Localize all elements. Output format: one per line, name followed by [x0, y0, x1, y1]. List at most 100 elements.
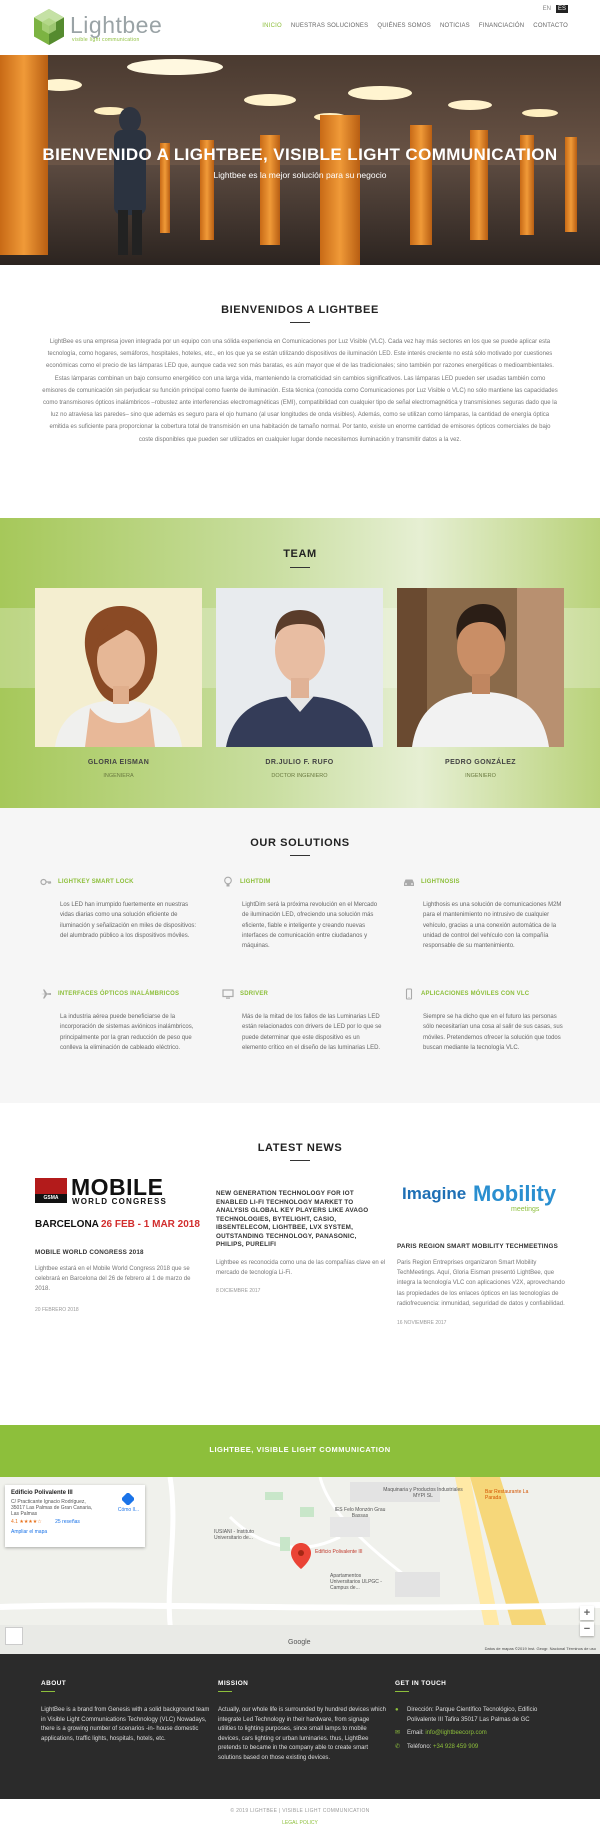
footer-phone: ✆ Teléfono: +34 928 459 909 [395, 1743, 565, 1753]
footer-about-text: LightBee is a brand from Genesis with a … [41, 1707, 210, 1742]
nav-financiacion[interactable]: FINANCIACIÓN [479, 23, 524, 29]
location-map[interactable]: Maquinaria y Productos Industriales MYPI… [0, 1477, 600, 1654]
mwc-dates: 26 FEB - 1 MAR 2018 [101, 1219, 200, 1230]
map-enlarge-link[interactable]: Ampliar el mapa [11, 1529, 139, 1535]
footer-email-link[interactable]: info@lightbeecorp.com [425, 1730, 486, 1736]
key-icon [40, 878, 52, 886]
solution-title[interactable]: LIGHTKEY SMART LOCK [58, 879, 134, 885]
news-item[interactable]: GSMA MOBILE WORLD CONGRESS BARCELONA 26 … [35, 1174, 205, 1313]
map-rating: 4.1 ★★★★☆ 25 reseñas [11, 1519, 139, 1525]
solutions-divider [290, 855, 310, 856]
news-item-date: 20 FEBRERO 2018 [35, 1306, 79, 1313]
logo-mobility: Mobility [473, 1181, 557, 1206]
news-item[interactable]: Imagine Mobility meetings PARIS REGION S… [397, 1178, 567, 1326]
solution-item[interactable]: LIGHTNOSIS Lighthosis es una solución de… [403, 876, 563, 951]
hero-title: BIENVENIDO A LIGHTBEE, VISIBLE LIGHT COM… [42, 145, 558, 164]
map-zoom-out-button[interactable]: − [580, 1622, 594, 1636]
team-photo-pedro [397, 588, 564, 747]
map-label: IUSIANI - Instituto Universitario de... [214, 1529, 255, 1541]
site-footer: ABOUT LightBee is a brand from Genesis w… [0, 1654, 600, 1799]
map-directions-label: Cómo ll... [117, 1507, 139, 1513]
phone-icon: ✆ [395, 1743, 401, 1750]
news-item-text: Paris Region Entreprises organizaron Sma… [397, 1259, 565, 1308]
map-zoom-in-button[interactable]: + [580, 1606, 594, 1620]
footer-mission: MISSION Actually, our whole life is surr… [218, 1680, 388, 1764]
team-member-name: PEDRO GONZÁLEZ [445, 759, 516, 766]
footer-phone-link[interactable]: +34 928 459 909 [433, 1744, 478, 1750]
solution-item[interactable]: LIGHTKEY SMART LOCK Los LED han irrumpid… [40, 876, 200, 941]
map-label: IES Felo Monzón Grau Bassas [334, 1507, 386, 1519]
lang-es[interactable]: ES [555, 5, 568, 13]
nav-contacto[interactable]: CONTACTO [533, 23, 568, 29]
solution-title[interactable]: APLICACIONES MÓVILES CON VLC [421, 991, 529, 997]
solution-item[interactable]: INTERFACES ÓPTICOS INALÁMBRICOS La indus… [40, 988, 200, 1053]
lightbulb-icon [224, 876, 232, 887]
footer-mission-title: MISSION [218, 1680, 249, 1687]
welcome-title: BIENVENIDOS A LIGHTBEE [221, 304, 379, 316]
logo[interactable]: Lightbee visible light communication [32, 8, 162, 48]
map-attribution: Datos de mapas ©2019 Inst. Geogr. Nacion… [484, 1646, 596, 1651]
logo-meetings: meetings [511, 1206, 540, 1213]
solution-text: LightDim será la próxima revolución en e… [242, 902, 378, 950]
news-item[interactable]: NEW GENERATION TECHNOLOGY FOR IOT ENABLE… [216, 1190, 386, 1294]
footer-divider [41, 1691, 55, 1692]
solution-text: Siempre se ha dicho que en el futuro las… [423, 1014, 563, 1051]
copyright-bar: © 2019 LIGHTBEE | VISIBLE LIGHT COMMUNIC… [0, 1799, 600, 1833]
footer-about: ABOUT LightBee is a brand from Genesis w… [41, 1680, 211, 1744]
solution-text: La industria aérea puede beneficiarse de… [60, 1014, 194, 1051]
solution-item[interactable]: SDRIVER Más de la mitad de los fallos de… [222, 988, 382, 1053]
map-label: Apartamentos Universitarios ULPGC - Camp… [330, 1573, 382, 1591]
news-item-text: Lightbee es reconocida como una de las c… [216, 1259, 386, 1276]
solution-item[interactable]: APLICACIONES MÓVILES CON VLC Siempre se … [403, 988, 563, 1053]
mwc-city: BARCELONA [35, 1219, 99, 1230]
team-member-role: INGENIERO [465, 773, 496, 779]
legal-policy-link[interactable]: LEGAL POLICY [0, 1820, 600, 1826]
footer-contact-title: GET IN TOUCH [395, 1680, 447, 1687]
team-member-role: DOCTOR INGENIERO [271, 773, 328, 779]
nav-quienes-somos[interactable]: QUIÉNES SOMOS [377, 23, 431, 29]
team-divider [290, 567, 310, 568]
gsma-label: GSMA [35, 1194, 67, 1203]
team-member: DR.JULIO F. RUFO DOCTOR INGENIERO [216, 588, 383, 779]
footer-address: ● Dirección: Parque Científico Tecnológi… [395, 1706, 565, 1725]
tagline-text: LIGHTBEE, VISIBLE LIGHT COMMUNICATION [209, 1445, 391, 1454]
news-title: LATEST NEWS [257, 1142, 343, 1154]
news-item-title[interactable]: MOBILE WORLD CONGRESS 2018 [35, 1249, 205, 1258]
welcome-divider [290, 322, 310, 323]
logo-hexagon-icon [34, 9, 64, 45]
mwc-sub: WORLD CONGRESS [72, 1197, 168, 1206]
map-pegman-button[interactable] [5, 1627, 23, 1645]
hero-subtitle: Lightbee es la mejor solución para su ne… [213, 170, 387, 180]
map-address: C/ Practicante Ignacio Rodríguez, 35017 … [11, 1499, 93, 1517]
news-divider [290, 1160, 310, 1161]
team-member: PEDRO GONZÁLEZ INGENIERO [397, 588, 564, 779]
news-item-text: Lightbee estará en el Mobile World Congr… [35, 1265, 191, 1293]
nav-inicio[interactable]: INICIO [262, 23, 282, 29]
site-header: Lightbee visible light communication EN … [0, 0, 600, 55]
imagine-mobility-logo: Imagine Mobility meetings [397, 1178, 567, 1228]
solution-title[interactable]: INTERFACES ÓPTICOS INALÁMBRICOS [58, 991, 179, 997]
map-directions[interactable]: Cómo ll... [117, 1491, 139, 1513]
nav-soluciones[interactable]: NUESTRAS SOLUCIONES [291, 23, 368, 29]
footer-contact-list: ● Dirección: Parque Científico Tecnológi… [395, 1706, 565, 1752]
solution-text: Los LED han irrumpido fuertemente en nue… [60, 902, 197, 939]
news-item-date: 8 DICIEMBRE 2017 [216, 1288, 261, 1295]
map-google-logo: Google [288, 1639, 311, 1646]
footer-email: ✉ Email: info@lightbeecorp.com [395, 1729, 565, 1739]
nav-noticias[interactable]: NOTICIAS [440, 23, 470, 29]
language-switcher: EN ES [541, 5, 568, 13]
copyright-text: © 2019 LIGHTBEE | VISIBLE LIGHT COMMUNIC… [230, 1808, 370, 1814]
news-item-title[interactable]: PARIS REGION SMART MOBILITY TECHMEETINGS [397, 1243, 567, 1252]
tagline-banner: LIGHTBEE, VISIBLE LIGHT COMMUNICATION [0, 1425, 600, 1477]
map-label: Maquinaria y Productos Industriales MYPI… [383, 1487, 463, 1499]
lang-en[interactable]: EN [541, 5, 553, 13]
car-icon [404, 879, 414, 886]
news-item-title[interactable]: NEW GENERATION TECHNOLOGY FOR IOT ENABLE… [216, 1190, 386, 1250]
footer-address-label: Dirección: [407, 1707, 434, 1713]
main-nav: INICIO NUESTRAS SOLUCIONES QUIÉNES SOMOS… [262, 23, 568, 29]
solution-title[interactable]: SDRIVER [240, 991, 268, 997]
solution-title[interactable]: LIGHTNOSIS [421, 879, 460, 885]
map-reviews-link[interactable]: 25 reseñas [55, 1519, 80, 1525]
solution-title[interactable]: LIGHTDIM [240, 879, 271, 885]
solution-item[interactable]: LIGHTDIM LightDim será la próxima revolu… [222, 876, 382, 951]
